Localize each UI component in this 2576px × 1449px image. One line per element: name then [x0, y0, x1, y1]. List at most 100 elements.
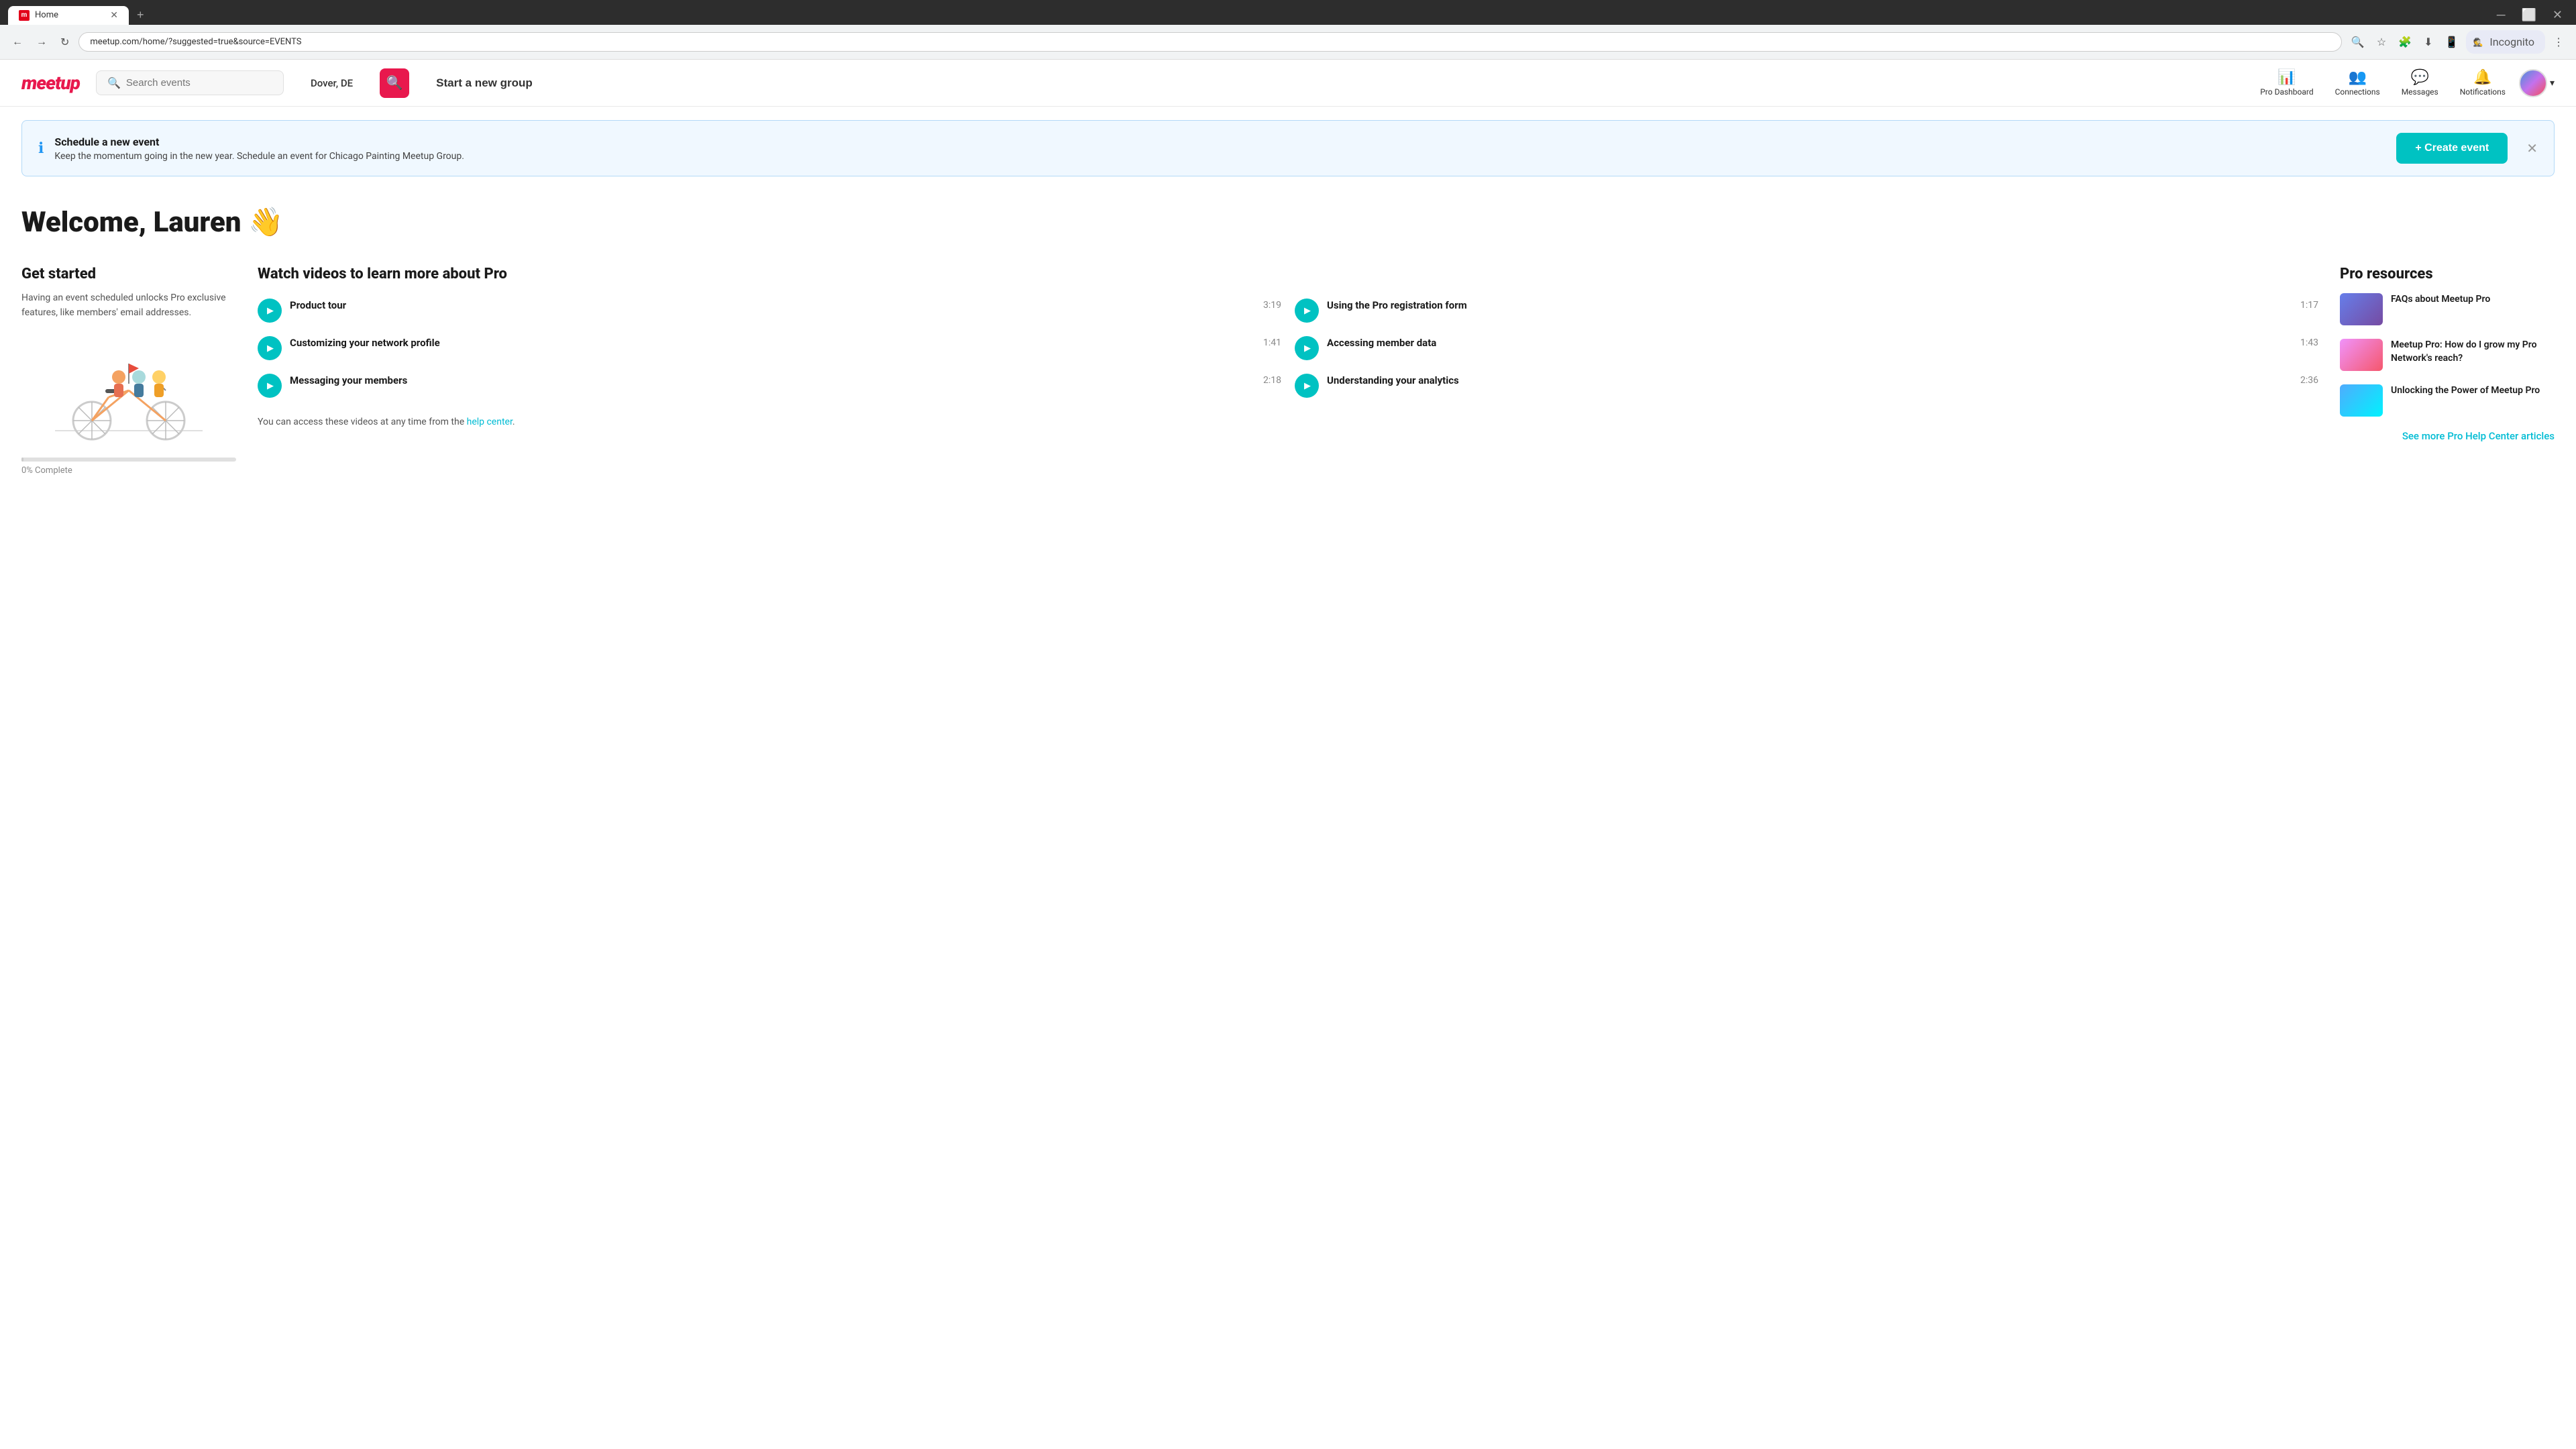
resource-thumbnail: [2340, 293, 2383, 325]
forward-button[interactable]: →: [32, 34, 51, 51]
videos-note-suffix: .: [513, 417, 515, 427]
video-duration: 3:19: [1263, 300, 1281, 311]
incognito-badge: 🕵 Incognito: [2466, 30, 2545, 54]
video-info: Customizing your network profile 1:41: [290, 336, 1281, 353]
download-icon[interactable]: ⬇: [2420, 33, 2436, 51]
connections-nav-item[interactable]: 👥 Connections: [2327, 66, 2388, 99]
get-started-section: Get started Having an event scheduled un…: [21, 266, 236, 476]
user-menu-chevron-icon[interactable]: ▾: [2550, 78, 2555, 89]
progress-bar-track: [21, 458, 236, 462]
pro-dashboard-nav-item[interactable]: 📊 Pro Dashboard: [2252, 66, 2321, 99]
active-tab[interactable]: m Home ✕: [8, 6, 129, 25]
resource-text: FAQs about Meetup Pro: [2391, 293, 2490, 307]
resource-thumbnail: [2340, 339, 2383, 371]
close-button[interactable]: ✕: [2547, 7, 2568, 23]
welcome-title: Welcome, Lauren 👋: [21, 206, 2555, 239]
get-started-title: Get started: [21, 266, 236, 282]
browser-toolbar: ← → ↻ meetup.com/home/?suggested=true&so…: [0, 25, 2576, 60]
banner-content: Schedule a new event Keep the momentum g…: [54, 136, 2385, 162]
video-title: Understanding your analytics: [1327, 374, 1459, 388]
video-info: Messaging your members 2:18: [290, 374, 1281, 390]
messages-nav-item[interactable]: 💬 Messages: [2394, 66, 2447, 99]
messages-icon: 💬: [2411, 69, 2429, 86]
back-button[interactable]: ←: [8, 34, 27, 51]
info-icon: ℹ: [38, 140, 44, 157]
video-info: Using the Pro registration form 1:17: [1327, 299, 2318, 315]
video-duration: 2:36: [2300, 375, 2318, 386]
notifications-icon: 🔔: [2473, 69, 2491, 86]
progress-bar-fill: [21, 458, 23, 462]
video-title: Messaging your members: [290, 374, 407, 388]
play-button[interactable]: [1295, 299, 1319, 323]
bike-illustration: [42, 337, 216, 444]
pro-resources-title: Pro resources: [2340, 266, 2555, 282]
connections-icon: 👥: [2348, 69, 2366, 86]
extensions-icon[interactable]: 🧩: [2394, 33, 2416, 51]
resource-item[interactable]: Unlocking the Power of Meetup Pro: [2340, 384, 2555, 417]
banner-text: Keep the momentum going in the new year.…: [54, 151, 2385, 162]
resource-text: Unlocking the Power of Meetup Pro: [2391, 384, 2540, 398]
user-avatar[interactable]: [2519, 69, 2547, 97]
create-event-button[interactable]: + Create event: [2396, 133, 2508, 164]
help-center-link[interactable]: help center: [467, 417, 513, 427]
page-content: meetup 🔍 Dover, DE 🔍 Start a new group 📊…: [0, 60, 2576, 1442]
video-info: Accessing member data 1:43: [1327, 336, 2318, 353]
search-toolbar-icon[interactable]: 🔍: [2347, 33, 2369, 51]
play-button[interactable]: [258, 336, 282, 360]
device-icon[interactable]: 📱: [2441, 33, 2463, 51]
play-button[interactable]: [258, 299, 282, 323]
site-header: meetup 🔍 Dover, DE 🔍 Start a new group 📊…: [0, 60, 2576, 107]
notifications-label: Notifications: [2460, 87, 2506, 97]
banner-title: Schedule a new event: [54, 136, 2385, 148]
wave-emoji: 👋: [248, 206, 283, 239]
play-button[interactable]: [1295, 374, 1319, 398]
videos-title: Watch videos to learn more about Pro: [258, 266, 2318, 282]
get-started-description: Having an event scheduled unlocks Pro ex…: [21, 290, 236, 321]
notifications-nav-item[interactable]: 🔔 Notifications: [2452, 66, 2514, 99]
minimize-button[interactable]: ─: [2491, 7, 2511, 23]
see-more-articles-link[interactable]: See more Pro Help Center articles: [2340, 430, 2555, 442]
progress-bar-container: 0% Complete: [21, 458, 236, 476]
progress-label: 0% Complete: [21, 466, 236, 476]
location-display[interactable]: Dover, DE: [300, 77, 364, 89]
video-item: Product tour 3:19: [258, 299, 1281, 323]
more-options-icon[interactable]: ⋮: [2549, 33, 2568, 51]
tab-favicon: m: [19, 10, 30, 21]
tab-title: Home: [35, 10, 58, 20]
start-group-button[interactable]: Start a new group: [425, 71, 543, 95]
banner-close-button[interactable]: ✕: [2526, 140, 2538, 156]
main-content: Get started Having an event scheduled un…: [0, 250, 2576, 492]
url-display: meetup.com/home/?suggested=true&source=E…: [90, 37, 301, 47]
tab-close-button[interactable]: ✕: [110, 10, 118, 21]
resource-item[interactable]: FAQs about Meetup Pro: [2340, 293, 2555, 325]
video-item: Accessing member data 1:43: [1295, 336, 2318, 360]
new-tab-button[interactable]: +: [131, 5, 150, 25]
search-icon: 🔍: [107, 76, 121, 89]
resource-item[interactable]: Meetup Pro: How do I grow my Pro Network…: [2340, 339, 2555, 371]
videos-note: You can access these videos at any time …: [258, 417, 2318, 427]
video-duration: 1:43: [2300, 337, 2318, 348]
resources-list: FAQs about Meetup Pro Meetup Pro: How do…: [2340, 293, 2555, 417]
video-title: Accessing member data: [1327, 336, 1436, 350]
search-input[interactable]: [126, 77, 272, 89]
video-title: Product tour: [290, 299, 346, 313]
restore-button[interactable]: ⬜: [2516, 7, 2541, 23]
search-bar[interactable]: 🔍: [96, 70, 284, 95]
browser-tabs: m Home ✕ + ─ ⬜ ✕: [8, 5, 2568, 25]
search-submit-button[interactable]: 🔍: [380, 68, 409, 98]
dashboard-icon: 📊: [2277, 69, 2296, 86]
video-info: Understanding your analytics 2:36: [1327, 374, 2318, 390]
bookmark-icon[interactable]: ☆: [2373, 33, 2390, 51]
resource-text: Meetup Pro: How do I grow my Pro Network…: [2391, 339, 2555, 365]
play-button[interactable]: [258, 374, 282, 398]
welcome-text: Welcome, Lauren: [21, 206, 248, 239]
reload-button[interactable]: ↻: [56, 33, 73, 52]
address-bar[interactable]: meetup.com/home/?suggested=true&source=E…: [78, 32, 2342, 52]
video-item: Using the Pro registration form 1:17: [1295, 299, 2318, 323]
play-button[interactable]: [1295, 336, 1319, 360]
messages-label: Messages: [2402, 87, 2438, 97]
video-info: Product tour 3:19: [290, 299, 1281, 315]
meetup-logo[interactable]: meetup: [21, 72, 80, 94]
video-item: Understanding your analytics 2:36: [1295, 374, 2318, 398]
videos-grid: Product tour 3:19 Using the Pro registra…: [258, 299, 2318, 398]
